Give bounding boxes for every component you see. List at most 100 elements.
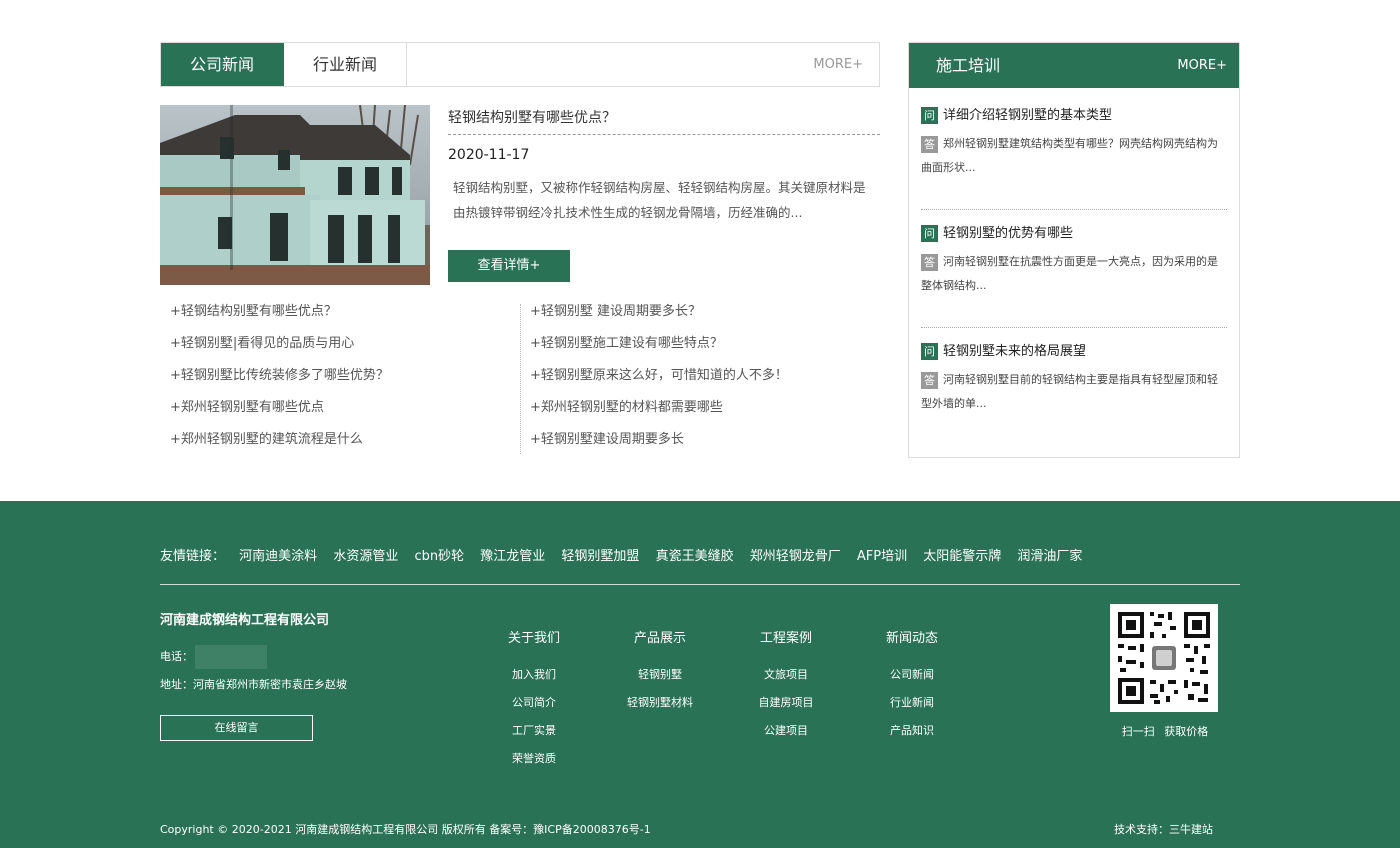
answer-text: 郑州轻钢别墅建筑结构类型有哪些？网壳结构网壳结构为曲面形状...	[921, 137, 1218, 174]
training-more-link[interactable]: MORE+	[1177, 43, 1227, 88]
question-text: 轻钢别墅的优势有哪些	[943, 226, 1074, 241]
news-tabs: 公司新闻 行业新闻 MORE+	[160, 42, 880, 87]
news-list-right: +轻钢别墅 建设周期要多长？ +轻钢别墅施工建设有哪些特点？ +轻钢别墅原来这么…	[530, 296, 870, 456]
qa-answer: 答郑州轻钢别墅建筑结构类型有哪些？网壳结构网壳结构为曲面形状...	[921, 132, 1227, 180]
training-title: 施工培训	[936, 56, 1001, 75]
answer-text: 河南轻钢别墅在抗震性方面更是一大亮点，因为采用的是整体钢结构...	[921, 255, 1218, 292]
footer-nav-link[interactable]: 文旅项目	[741, 665, 831, 693]
featured-news-title[interactable]: 轻钢结构别墅有哪些优点？	[448, 107, 616, 127]
qa-item: 问轻钢别墅的优势有哪些 答河南轻钢别墅在抗震性方面更是一大亮点，因为采用的是整体…	[921, 223, 1227, 298]
featured-news-date: 2020-11-17	[448, 147, 530, 163]
footer-nav-link[interactable]: 荣誉资质	[489, 749, 579, 777]
friend-link[interactable]: cbn砂轮	[414, 549, 464, 564]
footer-nav-link[interactable]: 工厂实景	[489, 721, 579, 749]
featured-house-image[interactable]	[160, 105, 430, 285]
tab-industry-news[interactable]: 行业新闻	[284, 43, 407, 86]
company-phone: 电话：	[160, 645, 267, 669]
news-list-item[interactable]: +轻钢结构别墅有哪些优点？	[170, 296, 510, 328]
qa-answer: 答河南轻钢别墅目前的轻钢结构主要是指具有轻型屋顶和轻型外墙的单...	[921, 368, 1227, 416]
copyright-text: Copyright © 2020-2021 河南建成钢结构工程有限公司 版权所有…	[160, 823, 651, 836]
featured-news: 轻钢结构别墅有哪些优点？ 2020-11-17 轻钢结构别墅，又被称作轻钢结构房…	[160, 105, 880, 285]
view-details-button[interactable]: 查看详情+	[448, 250, 570, 282]
footer-nav-link[interactable]: 轻钢别墅材料	[615, 693, 705, 721]
phone-label: 电话：	[160, 650, 193, 663]
friend-link[interactable]: 轻钢别墅加盟	[561, 549, 639, 564]
friend-links: 友情链接： 河南迪美涂料 水资源管业 cbn砂轮 豫江龙管业 轻钢别墅加盟 真瓷…	[160, 545, 1094, 564]
footer-nav-link[interactable]: 自建房项目	[741, 693, 831, 721]
news-list-item[interactable]: +轻钢别墅 建设周期要多长？	[530, 296, 870, 328]
friend-links-label: 友情链接：	[160, 549, 226, 564]
news-list-item[interactable]: +郑州轻钢别墅的材料都需要哪些	[530, 392, 870, 424]
training-header: 施工培训 MORE+	[909, 43, 1239, 88]
friend-link[interactable]: 水资源管业	[333, 549, 398, 564]
company-address: 地址：河南省郑州市新密市袁庄乡赵坡	[160, 678, 347, 691]
news-list-item[interactable]: +郑州轻钢别墅有哪些优点	[170, 392, 510, 424]
footer-nav-link[interactable]: 产品知识	[867, 721, 957, 749]
qr-code-icon	[1110, 604, 1218, 712]
qr-caption: 扫一扫 获取价格	[1121, 725, 1209, 738]
news-list-item[interactable]: +轻钢别墅比传统装修多了哪些优势？	[170, 360, 510, 392]
column-divider	[520, 304, 521, 454]
dashed-divider	[448, 134, 880, 135]
answer-badge: 答	[921, 135, 938, 153]
training-section: 施工培训 MORE+ 问详细介绍轻钢别墅的基本类型 答郑州轻钢别墅建筑结构类型有…	[908, 42, 1240, 458]
friend-link[interactable]: 豫江龙管业	[480, 549, 545, 564]
news-section: 公司新闻 行业新闻 MORE+ 轻钢结构别墅有哪些优点？ 2020-11-17 …	[160, 42, 880, 454]
footer-divider	[160, 584, 1240, 585]
news-list-item[interactable]: +轻钢别墅建设周期要多长	[530, 424, 870, 456]
friend-link[interactable]: 河南迪美涂料	[239, 549, 317, 564]
footer-nav-title[interactable]: 产品展示	[615, 629, 705, 649]
qa-question[interactable]: 问轻钢别墅未来的格局展望	[921, 341, 1227, 363]
footer-nav-cases: 工程案例 文旅项目 自建房项目 公建项目	[741, 629, 831, 749]
footer: 友情链接： 河南迪美涂料 水资源管业 cbn砂轮 豫江龙管业 轻钢别墅加盟 真瓷…	[0, 501, 1400, 848]
phone-number-redacted	[195, 645, 267, 669]
tab-company-news[interactable]: 公司新闻	[161, 43, 284, 86]
qa-item: 问轻钢别墅未来的格局展望 答河南轻钢别墅目前的轻钢结构主要是指具有轻型屋顶和轻型…	[921, 341, 1227, 416]
footer-nav-link[interactable]: 公司简介	[489, 693, 579, 721]
footer-nav-link[interactable]: 加入我们	[489, 665, 579, 693]
featured-news-summary: 轻钢结构别墅，又被称作轻钢结构房屋、轻轻钢结构房屋。其关键原材料是由热镀锌带钢经…	[453, 180, 866, 220]
company-name: 河南建成钢结构工程有限公司	[160, 613, 330, 628]
footer-nav-title[interactable]: 新闻动态	[867, 629, 957, 649]
page: 公司新闻 行业新闻 MORE+ 轻钢结构别墅有哪些优点？ 2020-11-17 …	[0, 0, 1400, 848]
footer-nav-products: 产品展示 轻钢别墅 轻钢别墅材料	[615, 629, 705, 721]
online-message-button[interactable]: 在线留言	[160, 715, 313, 741]
news-list-item[interactable]: +轻钢别墅原来这么好，可惜知道的人不多！	[530, 360, 870, 392]
friend-link[interactable]: 润滑油厂家	[1017, 549, 1082, 564]
news-list-item[interactable]: +郑州轻钢别墅的建筑流程是什么	[170, 424, 510, 456]
qa-question[interactable]: 问详细介绍轻钢别墅的基本类型	[921, 105, 1227, 127]
footer-nav-title[interactable]: 工程案例	[741, 629, 831, 649]
news-list-left: +轻钢结构别墅有哪些优点？ +轻钢别墅|看得见的品质与用心 +轻钢别墅比传统装修…	[170, 296, 510, 456]
news-list-item[interactable]: +轻钢别墅|看得见的品质与用心	[170, 328, 510, 360]
footer-nav-title[interactable]: 关于我们	[489, 629, 579, 649]
qr-code	[1110, 604, 1218, 712]
answer-badge: 答	[921, 253, 938, 271]
footer-nav-link[interactable]: 行业新闻	[867, 693, 957, 721]
news-list-item[interactable]: +轻钢别墅施工建设有哪些特点？	[530, 328, 870, 360]
question-badge: 问	[921, 107, 938, 124]
friend-link[interactable]: 真瓷王美缝胶	[656, 549, 734, 564]
footer-nav-link[interactable]: 公建项目	[741, 721, 831, 749]
footer-nav-about: 关于我们 加入我们 公司简介 工厂实景 荣誉资质	[489, 629, 579, 777]
news-more-link[interactable]: MORE+	[813, 43, 879, 86]
qa-answer: 答河南轻钢别墅在抗震性方面更是一大亮点，因为采用的是整体钢结构...	[921, 250, 1227, 298]
news-lists: +轻钢结构别墅有哪些优点？ +轻钢别墅|看得见的品质与用心 +轻钢别墅比传统装修…	[160, 296, 880, 454]
qa-question[interactable]: 问轻钢别墅的优势有哪些	[921, 223, 1227, 245]
qa-item: 问详细介绍轻钢别墅的基本类型 答郑州轻钢别墅建筑结构类型有哪些？网壳结构网壳结构…	[921, 105, 1227, 180]
answer-badge: 答	[921, 371, 938, 389]
question-badge: 问	[921, 225, 938, 242]
friend-link[interactable]: AFP培训	[857, 549, 907, 564]
answer-text: 河南轻钢别墅目前的轻钢结构主要是指具有轻型屋顶和轻型外墙的单...	[921, 373, 1218, 410]
question-text: 详细介绍轻钢别墅的基本类型	[943, 108, 1113, 123]
house-illustration	[160, 105, 430, 285]
qa-separator	[921, 209, 1227, 210]
tech-support-text[interactable]: 技术支持：三牛建站	[1114, 821, 1213, 837]
footer-nav-link[interactable]: 轻钢别墅	[615, 665, 705, 693]
question-badge: 问	[921, 343, 938, 360]
qa-separator	[921, 327, 1227, 328]
footer-nav-link[interactable]: 公司新闻	[867, 665, 957, 693]
friend-link[interactable]: 太阳能警示牌	[923, 549, 1001, 564]
question-text: 轻钢别墅未来的格局展望	[943, 344, 1087, 359]
friend-link[interactable]: 郑州轻钢龙骨厂	[750, 549, 841, 564]
footer-nav-news: 新闻动态 公司新闻 行业新闻 产品知识	[867, 629, 957, 749]
